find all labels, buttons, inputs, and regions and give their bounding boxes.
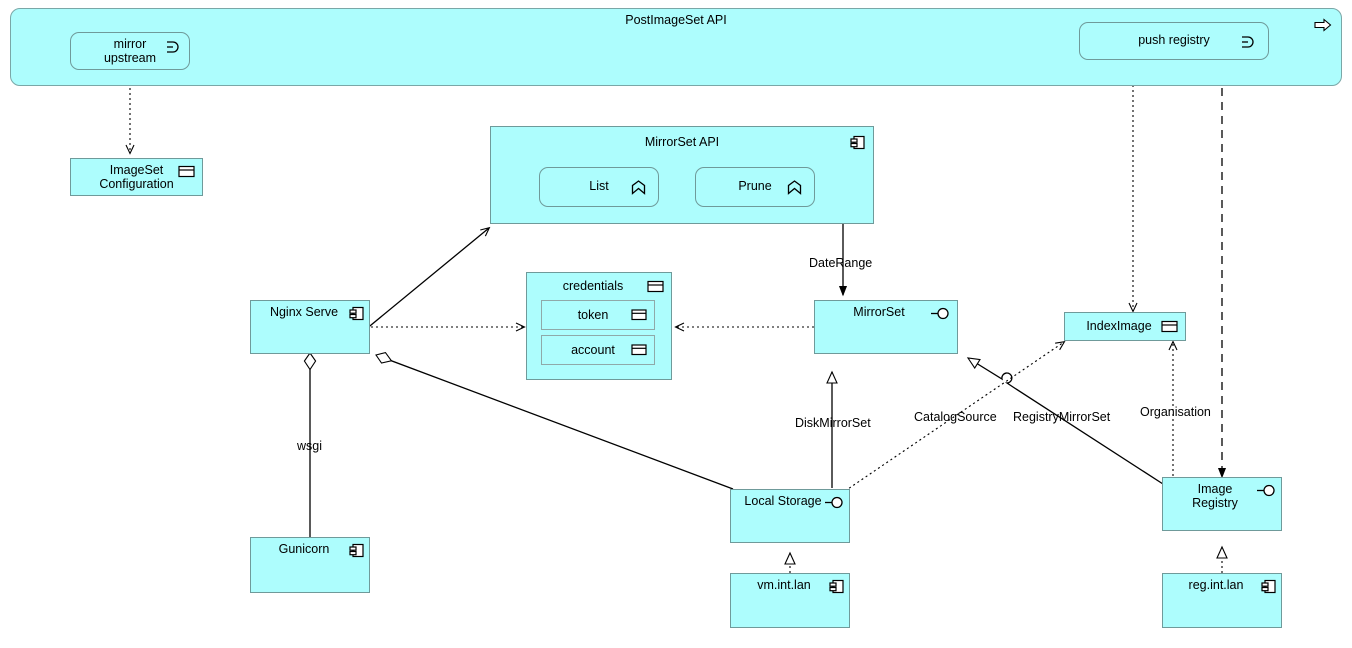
node-reg-int-lan[interactable]: reg.int.lan (1162, 573, 1282, 628)
node-local-storage[interactable]: Local Storage (730, 489, 850, 543)
component-glyph (1261, 579, 1276, 594)
edge-label-wsgi: wsgi (297, 439, 323, 453)
component-icon (829, 579, 844, 594)
node-image-registry[interactable]: Image Registry (1162, 477, 1282, 531)
node-rect-icon (1161, 320, 1178, 333)
node-rect-glyph (631, 309, 647, 321)
node-rect-glyph (647, 280, 664, 293)
mirror-upstream-label-line2: upstream (103, 51, 157, 65)
process-arrow-glyph (1314, 18, 1332, 32)
chevron-up-icon (787, 180, 802, 195)
imageset-configuration-label-line1: ImageSet (109, 163, 164, 177)
node-indeximage[interactable]: IndexImage (1064, 312, 1186, 341)
process-arrow-icon (1314, 18, 1332, 32)
component-icon (850, 135, 865, 150)
component-glyph (829, 579, 844, 594)
edge-nginx-serve-to-mirrorset-api (364, 226, 491, 331)
mirror-upstream-label-line1: mirror (113, 37, 147, 51)
node-rect-icon (647, 280, 664, 293)
component-icon (1261, 579, 1276, 594)
node-mirror-upstream[interactable]: mirror upstream (70, 32, 190, 70)
lollipop-interface-glyph (825, 496, 843, 509)
node-imageset-configuration[interactable]: ImageSet Configuration (70, 158, 203, 196)
edge-label-daterange: DateRange (809, 256, 873, 270)
image-registry-label-line1: Image (1197, 482, 1233, 496)
interface-use-case-icon (165, 41, 181, 53)
edge-label-organisation: Organisation (1140, 405, 1211, 419)
node-credentials[interactable]: credentials token account (526, 272, 672, 380)
diagram-canvas: push registry (dashed, filled arrow) -->… (0, 0, 1352, 648)
lollipop-interface-icon (1256, 484, 1277, 497)
lollipop-interface-glyph (931, 307, 949, 320)
node-prune[interactable]: Prune (695, 167, 815, 207)
node-mirrorset-api[interactable]: MirrorSet API List Prune (490, 126, 874, 224)
node-rect-icon (178, 165, 195, 178)
node-rect-glyph (1161, 320, 1178, 333)
mirrorset-api-label: MirrorSet API (644, 135, 720, 149)
node-rect-glyph (631, 344, 647, 356)
interface-use-case-glyph (1242, 36, 1254, 48)
component-icon (349, 306, 364, 321)
node-account[interactable]: account (541, 335, 655, 365)
lollipop-interface-icon (930, 307, 951, 320)
node-gunicorn[interactable]: Gunicorn (250, 537, 370, 593)
edge-label-registrymirrorset: RegistryMirrorSet (1013, 410, 1111, 424)
component-glyph (349, 543, 364, 558)
interface-use-case-glyph (167, 41, 179, 53)
imageset-configuration-label-line2: Configuration (99, 177, 174, 191)
node-rect-icon (631, 309, 647, 321)
lollipop-interface-glyph (1257, 484, 1275, 497)
node-vm-int-lan[interactable]: vm.int.lan (730, 573, 850, 628)
node-rect-icon (631, 344, 647, 356)
node-token[interactable]: token (541, 300, 655, 330)
chevron-up-glyph (631, 180, 646, 195)
chevron-up-glyph (787, 180, 802, 195)
component-glyph (349, 306, 364, 321)
node-list[interactable]: List (539, 167, 659, 207)
edge-label-catalogsource: CatalogSource (914, 410, 997, 424)
interface-use-case-icon (1240, 36, 1256, 48)
node-nginx-serve[interactable]: Nginx Serve (250, 300, 370, 354)
node-mirrorset[interactable]: MirrorSet (814, 300, 958, 354)
node-push-registry[interactable]: push registry (1079, 22, 1269, 60)
component-icon (349, 543, 364, 558)
chevron-up-icon (631, 180, 646, 195)
lollipop-interface-icon (824, 496, 845, 509)
component-glyph (850, 135, 865, 150)
image-registry-label-line2: Registry (1192, 496, 1238, 510)
edge-label-diskmirrorset: DiskMirrorSet (795, 416, 871, 430)
node-rect-glyph (178, 165, 195, 178)
